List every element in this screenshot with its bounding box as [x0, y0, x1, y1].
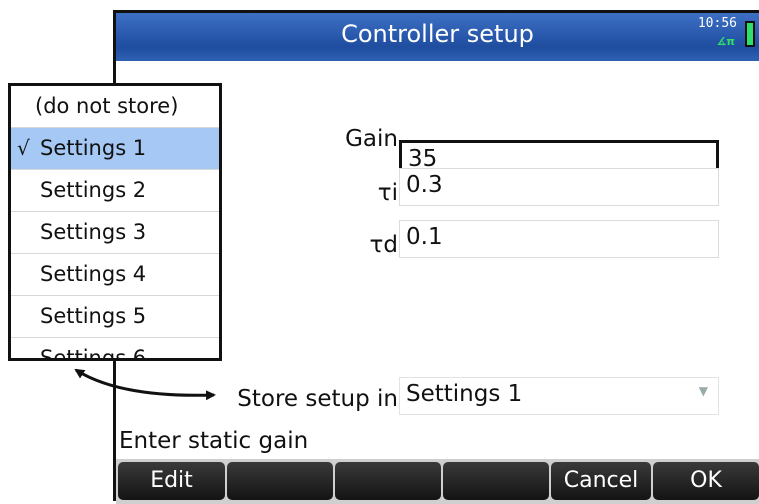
- connector-arrow-icon: [74, 368, 216, 401]
